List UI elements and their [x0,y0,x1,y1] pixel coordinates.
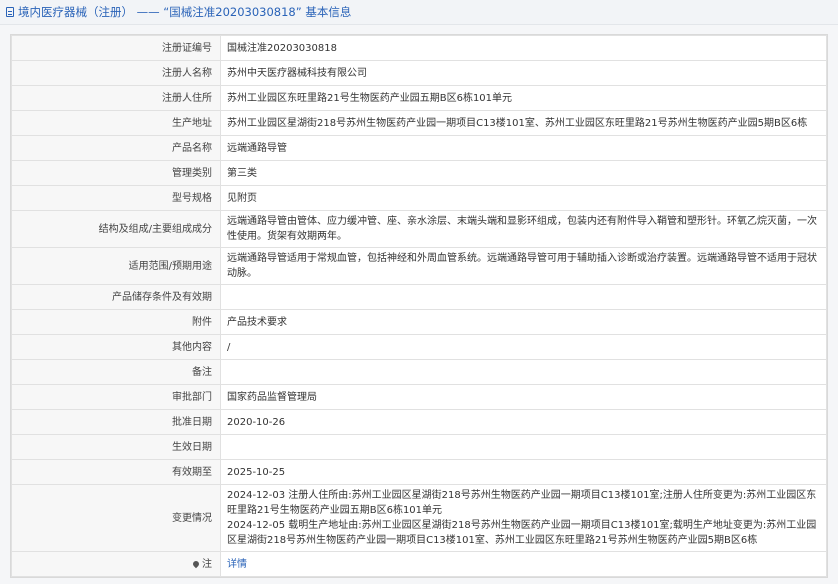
label-production-address: 生产地址 [11,110,221,136]
value-registrant-address: 苏州工业园区东旺里路21号生物医药产业园五期B区6栋101单元 [220,85,827,111]
row-attachments: 附件 产品技术要求 [11,309,827,335]
label-approval-department: 审批部门 [11,384,221,410]
label-registration-number: 注册证编号 [11,35,221,61]
label-management-category: 管理类别 [11,160,221,186]
value-attachments: 产品技术要求 [220,309,827,335]
value-registration-number: 国械注准20203030818 [220,35,827,61]
value-product-name: 远端通路导管 [220,135,827,161]
label-remarks: 备注 [11,359,221,385]
value-approval-department: 国家药品监督管理局 [220,384,827,410]
label-registrant-name: 注册人名称 [11,60,221,86]
row-change-history: 变更情况 2024-12-03 注册人住所由:苏州工业园区星湖街218号苏州生物… [11,484,827,552]
row-management-category: 管理类别 第三类 [11,160,827,186]
value-production-address: 苏州工业园区星湖街218号苏州生物医药产业园一期项目C13楼101室、苏州工业园… [220,110,827,136]
info-panel: 注册证编号 国械注准20203030818 注册人名称 苏州中天医疗器械科技有限… [10,34,828,578]
location-pin-icon [191,559,201,568]
value-storage-conditions [220,284,827,310]
label-effective-date: 生效日期 [11,434,221,460]
label-note: 注 [11,551,221,577]
info-table: 注册证编号 国械注准20203030818 注册人名称 苏州中天医疗器械科技有限… [11,35,827,577]
row-registrant-address: 注册人住所 苏州工业园区东旺里路21号生物医药产业园五期B区6栋101单元 [11,85,827,111]
row-remarks: 备注 [11,359,827,385]
value-valid-until: 2025-10-25 [220,459,827,485]
label-approval-date: 批准日期 [11,409,221,435]
label-model-spec: 型号规格 [11,185,221,211]
change-entry: 2024-12-05 载明生产地址由:苏州工业园区星湖街218号苏州生物医药产业… [227,520,817,546]
row-valid-until: 有效期至 2025-10-25 [11,459,827,485]
value-model-spec: 见附页 [220,185,827,211]
row-model-spec: 型号规格 见附页 [11,185,827,211]
row-note: 注 详情 [11,551,827,577]
row-approval-date: 批准日期 2020-10-26 [11,409,827,435]
label-intended-use: 适用范围/预期用途 [11,247,221,285]
value-registrant-name: 苏州中天医疗器械科技有限公司 [220,60,827,86]
value-change-history: 2024-12-03 注册人住所由:苏州工业园区星湖街218号苏州生物医药产业园… [220,484,827,552]
value-management-category: 第三类 [220,160,827,186]
page-header: 境内医疗器械（注册） —— “国械注准20203030818” 基本信息 [0,0,838,25]
change-entry: 2024-12-03 注册人住所由:苏州工业园区星湖街218号苏州生物医药产业园… [227,490,817,516]
value-structure-composition: 远端通路导管由管体、应力缓冲管、座、亲水涂层、末端头端和显影环组成，包装内还有附… [220,210,827,248]
label-attachments: 附件 [11,309,221,335]
row-effective-date: 生效日期 [11,434,827,460]
value-effective-date [220,434,827,460]
row-other-content: 其他内容 / [11,334,827,360]
row-storage-conditions: 产品储存条件及有效期 [11,284,827,310]
label-valid-until: 有效期至 [11,459,221,485]
label-other-content: 其他内容 [11,334,221,360]
row-approval-department: 审批部门 国家药品监督管理局 [11,384,827,410]
label-registrant-address: 注册人住所 [11,85,221,111]
value-remarks [220,359,827,385]
label-product-name: 产品名称 [11,135,221,161]
label-structure-composition: 结构及组成/主要组成成分 [11,210,221,248]
value-note: 详情 [220,551,827,577]
page-title: 境内医疗器械（注册） —— “国械注准20203030818” 基本信息 [18,5,352,19]
document-icon [6,7,14,17]
value-other-content: / [220,334,827,360]
note-label-text: 注 [202,558,212,570]
row-structure-composition: 结构及组成/主要组成成分 远端通路导管由管体、应力缓冲管、座、亲水涂层、末端头端… [11,210,827,248]
details-link[interactable]: 详情 [227,559,247,570]
value-intended-use: 远端通路导管适用于常规血管，包括神经和外周血管系统。远端通路导管可用于辅助插入诊… [220,247,827,285]
row-intended-use: 适用范围/预期用途 远端通路导管适用于常规血管，包括神经和外周血管系统。远端通路… [11,247,827,285]
label-change-history: 变更情况 [11,484,221,552]
row-product-name: 产品名称 远端通路导管 [11,135,827,161]
row-registrant-name: 注册人名称 苏州中天医疗器械科技有限公司 [11,60,827,86]
value-approval-date: 2020-10-26 [220,409,827,435]
label-storage-conditions: 产品储存条件及有效期 [11,284,221,310]
row-production-address: 生产地址 苏州工业园区星湖街218号苏州生物医药产业园一期项目C13楼101室、… [11,110,827,136]
row-registration-number: 注册证编号 国械注准20203030818 [11,35,827,61]
